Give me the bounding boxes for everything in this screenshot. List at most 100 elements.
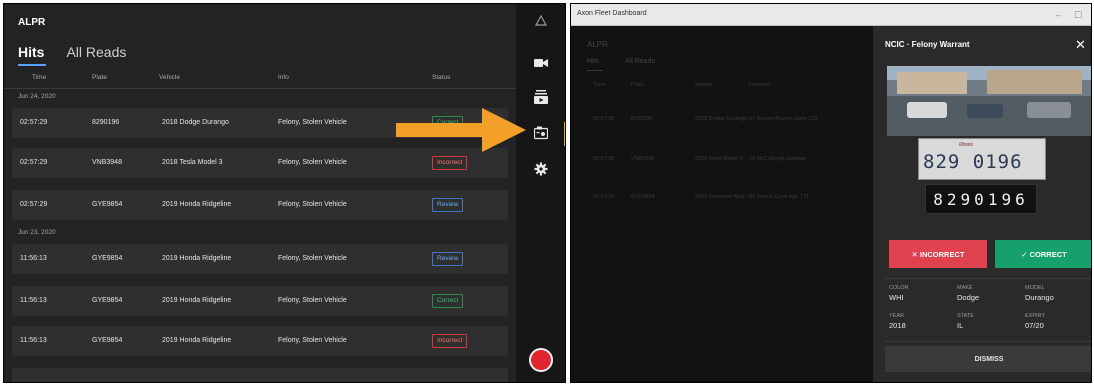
alpr-app-window: ALPR Hits All Reads Time Plate Vehicle I… [3,3,566,383]
background-table-row: 02:57:29 GYE9854 2006 Chevrolet Mali... … [571,194,873,204]
close-icon[interactable]: ✕ [1075,37,1086,53]
active-tab-indicator [18,64,46,66]
row-info: Felony, Stolen Vehicle [278,255,347,262]
warning-icon[interactable] [532,12,550,30]
detail-label: MAKE [957,285,973,291]
maximize-button[interactable]: ☐ [1071,8,1085,22]
background-row-plate: 8290196 [631,116,653,122]
tab-all-reads[interactable]: All Reads [66,44,126,60]
detail-value: 07/20 [1025,321,1044,330]
ocr-plate-text: 8290196 [933,189,1029,209]
background-tab-hits: Hits [587,58,600,65]
tab-hits[interactable]: Hits [18,44,44,60]
row-plate: 8290196 [92,119,120,126]
incorrect-button[interactable]: ✕ INCORRECT [889,240,987,268]
row-vehicle: 2019 Honda Ridgeline [162,337,232,344]
background-title: ALPR [587,40,608,49]
row-plate: GYE9854 [92,297,123,304]
plate-photo-number: 829 0196 [923,151,1023,173]
record-button[interactable] [529,348,553,372]
detail-value: Dodge [957,293,980,302]
table-row[interactable]: 02:57:29 GYE9854 2019 Honda Ridgeline Fe… [12,190,508,220]
background-tab-underline [587,70,603,71]
media-stack-icon[interactable] [532,88,550,106]
plate-closeup-image: Illinois 829 0196 [918,138,1046,180]
row-info: Felony, Stolen Vehicle [278,159,347,166]
row-time: 02:57:29 [20,201,48,208]
row-info: Felony, Stolen Vehicle [278,201,347,208]
hit-detail-panel: NCIC · Felony Warrant ✕ Illinois 829 019… [873,26,1091,382]
column-header-vehicle: Vehicle [159,74,180,81]
header-divider [4,88,516,89]
background-row-time: 02:57:29 [593,116,615,122]
detail-label: COLOR [889,285,909,291]
detail-label: EXPIRY [1025,313,1046,319]
row-time: 11:56:13 [20,337,47,344]
background-row-vehicle: 2006 Chevrolet Mali... [695,194,749,200]
detail-value: IL [957,321,964,330]
row-vehicle: 2018 Dodge Durango [162,119,229,126]
row-plate: GYE9854 [92,337,123,344]
minimize-button[interactable]: – [1051,8,1065,22]
row-time: 11:56:13 [20,297,47,304]
vehicle-scene-photo [887,66,1091,136]
dismiss-button[interactable]: DISMISS [885,346,1091,372]
background-row-plate: GYE9854 [631,194,655,200]
background-column-vehicle: Vehicle [695,82,713,88]
detail-value: Durango [1025,293,1054,302]
camera-card-icon[interactable] [532,124,550,142]
plate-state-text: Illinois [959,142,973,148]
background-column-time: Time [593,82,606,88]
icon-rail [516,4,565,382]
annotation-arrow-icon [396,108,526,152]
alpr-main-area: ALPR Hits All Reads Time Plate Vehicle I… [4,4,516,382]
table-row[interactable]: 11:56:13 GYE9854 2019 Honda Ridgeline Fe… [12,286,508,316]
background-tab-all-reads: All Reads [625,58,655,65]
background-row-vehicle: 2018 Dodge Durango [695,116,748,122]
row-vehicle: 2019 Honda Ridgeline [162,297,232,304]
tab-bar: Hits All Reads [18,44,126,60]
background-row-location: 86 Joanie Crest Apt. 771 [749,194,810,200]
table-row[interactable] [12,368,508,382]
background-row-location: 76 McCullough Estates [749,156,806,162]
video-camera-icon[interactable] [532,54,550,72]
row-vehicle: 2019 Honda Ridgeline [162,255,232,262]
detail-label: MODEL [1025,285,1045,291]
background-table-header: Time Plate Vehicle Location [571,82,873,92]
column-header-info: Info [278,74,289,81]
settings-gear-icon[interactable] [532,160,550,178]
row-plate: VNB3948 [92,159,122,166]
date-group-label: Jun 23, 2020 [18,229,56,236]
background-row-location: 67 Nasoni Branch Suite 129 [749,116,818,122]
column-header-status: Status [432,74,451,81]
app-title: ALPR [18,17,46,28]
detail-label: STATE [957,313,974,319]
correct-button[interactable]: ✓ CORRECT [995,240,1091,268]
table-row[interactable]: 11:56:13 GYE9854 2019 Honda Ridgeline Fe… [12,244,508,274]
status-badge: Review [432,198,464,212]
vehicle-details-grid: COLOR WHI MAKE Dodge MODEL Durango YEAR … [885,278,1091,342]
row-plate: GYE9854 [92,201,123,208]
window-title: Axon Fleet Dashboard [577,10,647,17]
date-group-label: Jun 24, 2020 [18,93,56,100]
dimmed-background-list: ALPR Hits All Reads Time Plate Vehicle L… [571,26,873,382]
column-header-plate: Plate [92,74,107,81]
table-row[interactable]: 11:56:13 GYE9854 2019 Honda Ridgeline Fe… [12,326,508,356]
row-info: Felony, Stolen Vehicle [278,297,347,304]
detail-value: WHI [889,293,904,302]
row-time: 11:56:13 [20,255,47,262]
row-vehicle: 2018 Tesla Model 3 [162,159,223,166]
fleet-dashboard-window: Axon Fleet Dashboard – ☐ ALPR Hits All R… [570,3,1092,383]
table-header: Time Plate Vehicle Info Status [4,72,516,86]
background-column-plate: Plate [631,82,644,88]
row-time: 02:57:29 [20,159,48,166]
status-badge: Incorrect [432,334,468,348]
row-vehicle: 2019 Honda Ridgeline [162,201,232,208]
background-row-plate: VNB3948 [631,156,655,162]
column-header-time: Time [32,74,47,81]
window-titlebar: Axon Fleet Dashboard – ☐ [571,4,1091,26]
background-row-time: 02:57:29 [593,194,615,200]
status-badge: Review [432,252,464,266]
row-plate: GYE9854 [92,255,123,262]
background-row-vehicle: 2018 Tesla Model 3 [695,156,743,162]
